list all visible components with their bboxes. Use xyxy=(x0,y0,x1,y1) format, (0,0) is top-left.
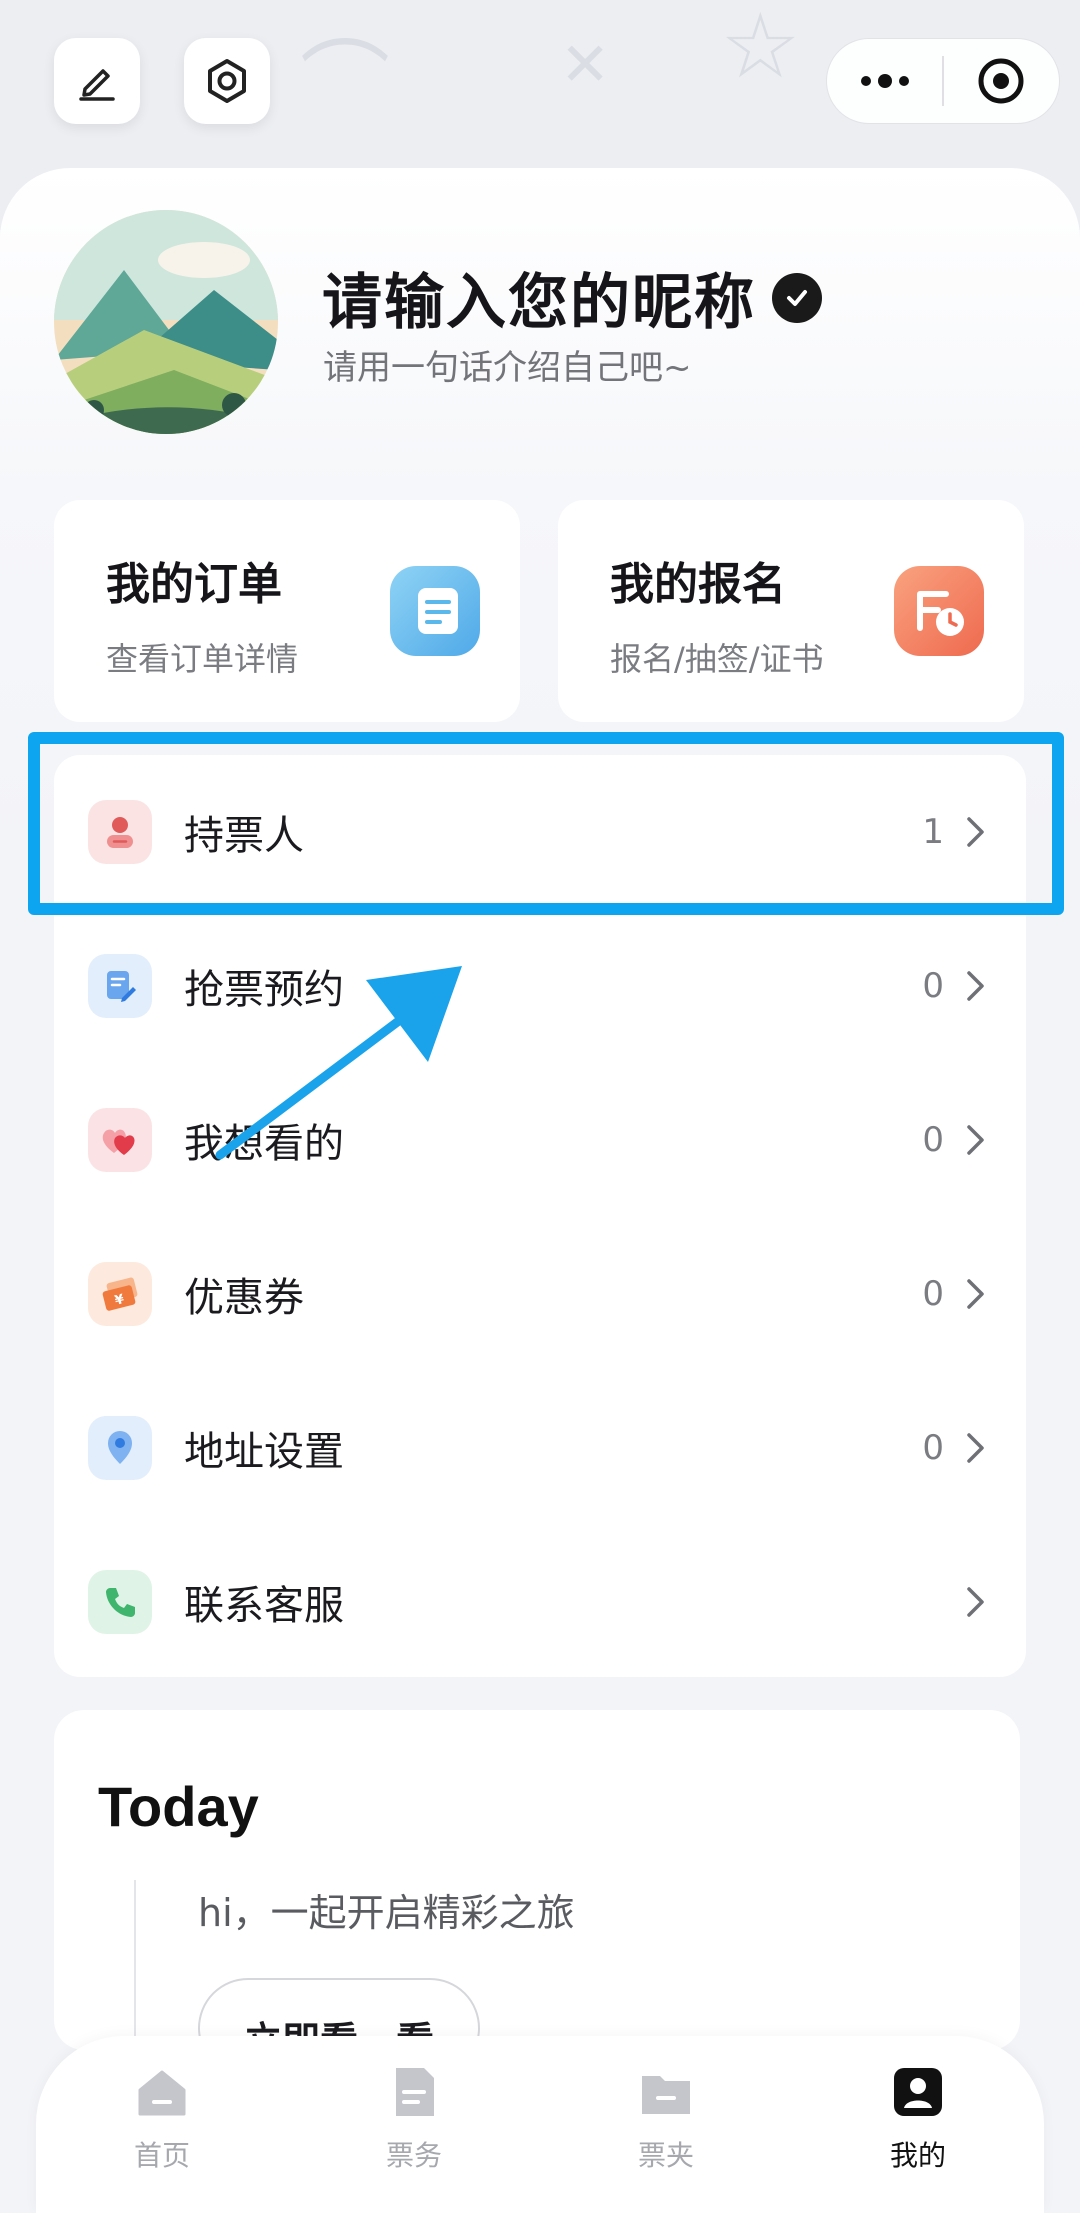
nickname[interactable]: 请输入您的昵称 xyxy=(322,254,822,341)
target-circle-icon xyxy=(978,58,1024,104)
profile-icon xyxy=(894,2068,942,2116)
menu-item-count: 0 xyxy=(922,966,944,1006)
chevron-right-icon xyxy=(967,1125,984,1155)
nickname-text: 请输入您的昵称 xyxy=(322,268,756,338)
landscape-avatar-image xyxy=(54,210,278,434)
tab-label: 首页 xyxy=(133,2139,190,2172)
tab-ticket-folder[interactable]: 票夹 xyxy=(596,2064,736,2184)
phone-icon xyxy=(88,1570,152,1634)
coupon-icon: ¥ xyxy=(88,1262,152,1326)
menu-item-coupons[interactable]: ¥ 优惠券 0 xyxy=(54,1217,1026,1371)
doodle-decoration: ⌒ xyxy=(300,31,390,136)
tab-label: 我的 xyxy=(889,2139,946,2172)
tab-label: 票夹 xyxy=(637,2139,694,2172)
my-orders-card[interactable]: 我的订单 查看订单详情 xyxy=(54,500,520,722)
registration-calendar-icon xyxy=(894,566,984,656)
bio-text[interactable]: 请用一句话介绍自己吧~ xyxy=(323,340,692,389)
verified-check-icon xyxy=(772,272,822,323)
tab-label: 票务 xyxy=(385,2139,442,2172)
avatar[interactable] xyxy=(54,210,278,434)
ticket-folder-icon xyxy=(642,2076,690,2114)
bottom-tab-bar: 首页 票务 票夹 我的 xyxy=(36,2036,1044,2213)
timeline-line xyxy=(134,1880,136,2050)
more-button[interactable] xyxy=(827,38,942,124)
chevron-right-icon xyxy=(967,1587,984,1617)
card-title: 我的订单 xyxy=(106,559,282,610)
order-list-icon xyxy=(390,566,480,656)
edit-button[interactable] xyxy=(54,38,140,124)
close-miniapp-button[interactable] xyxy=(944,38,1059,124)
booking-edit-icon xyxy=(88,954,152,1018)
card-subtitle: 报名/抽签/证书 xyxy=(610,640,824,678)
today-title: Today xyxy=(98,1775,259,1838)
my-registration-card[interactable]: 我的报名 报名/抽签/证书 xyxy=(558,500,1024,722)
menu-item-count: 0 xyxy=(922,1274,944,1314)
highlight-box xyxy=(28,732,1064,915)
more-dots-icon xyxy=(860,74,909,88)
gear-icon xyxy=(208,59,246,103)
menu-item-count: 0 xyxy=(922,1428,944,1468)
menu-item-count: 0 xyxy=(922,1120,944,1160)
heart-icon xyxy=(88,1108,152,1172)
card-subtitle: 查看订单详情 xyxy=(106,640,299,678)
tab-home[interactable]: 首页 xyxy=(92,2064,232,2184)
today-section: Today hi，一起开启精彩之旅 立即看一看 xyxy=(54,1710,1020,2050)
doodle-decoration: ✕ xyxy=(560,30,611,100)
today-text: hi，一起开启精彩之旅 xyxy=(198,1891,575,1935)
chevron-right-icon xyxy=(967,971,984,1001)
location-pin-icon xyxy=(88,1416,152,1480)
settings-button[interactable] xyxy=(184,38,270,124)
menu-item-label: 联系客服 xyxy=(184,1583,344,1629)
chevron-right-icon xyxy=(967,1433,984,1463)
tab-mine[interactable]: 我的 xyxy=(848,2064,988,2184)
menu-item-label: 地址设置 xyxy=(184,1429,344,1475)
menu-item-label: 优惠券 xyxy=(184,1275,304,1321)
miniapp-capsule xyxy=(826,38,1060,124)
chevron-right-icon xyxy=(967,1279,984,1309)
tab-tickets[interactable]: 票务 xyxy=(344,2064,484,2184)
annotation-arrow-icon xyxy=(215,966,462,1160)
pencil-icon xyxy=(79,69,115,101)
menu-item-customer-service[interactable]: 联系客服 xyxy=(54,1525,1026,1679)
ticket-doc-icon xyxy=(396,2068,434,2116)
home-icon xyxy=(138,2070,186,2116)
menu-item-address[interactable]: 地址设置 0 xyxy=(54,1371,1026,1525)
star-decoration: ☆ xyxy=(720,0,801,99)
card-title: 我的报名 xyxy=(610,559,786,610)
